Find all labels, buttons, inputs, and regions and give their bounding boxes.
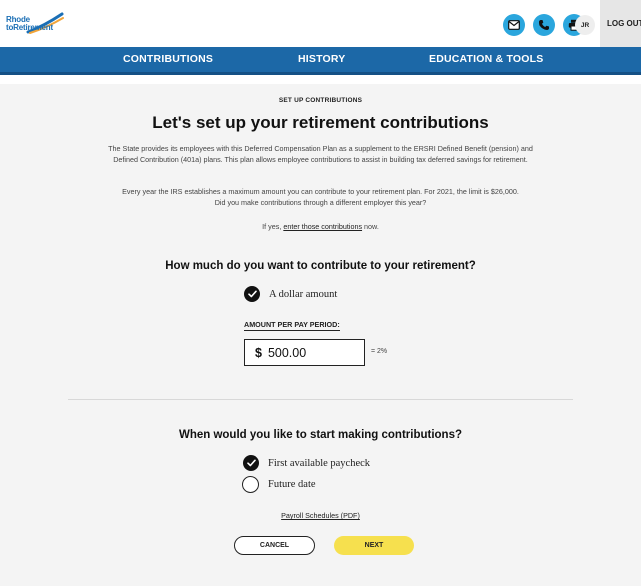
page-eyebrow: SET UP CONTRIBUTIONS (278, 97, 363, 104)
amount-value: 500.00 (267, 345, 307, 360)
currency-symbol: $ (255, 345, 262, 360)
logo-text-to-retirement: toRetirement (6, 23, 53, 32)
user-avatar[interactable]: JR (575, 15, 595, 35)
payroll-schedules-link[interactable]: Payroll Schedules (PDF) (281, 511, 360, 520)
amount-input[interactable]: $ 500.00 (244, 339, 365, 366)
mail-icon[interactable] (503, 14, 525, 36)
logout-button[interactable]: LOG OUT (600, 0, 641, 47)
next-button[interactable]: NEXT (334, 536, 414, 555)
intro-text-line2: Defined Contribution (401a) plans. This … (113, 155, 528, 164)
tab-education-tools[interactable]: EDUCATION & TOOLS (429, 47, 543, 72)
payroll-schedules-wrap: Payroll Schedules (PDF) (0, 510, 641, 521)
if-yes-suffix: now. (362, 222, 379, 231)
section-divider (68, 399, 573, 400)
enter-contributions-link[interactable]: enter those contributions (283, 222, 362, 231)
unchecked-radio-icon[interactable] (242, 475, 259, 493)
dollar-amount-option[interactable]: A dollar amount (244, 286, 337, 302)
irs-limit-text-line2: Did you make contributions through a dif… (214, 198, 427, 207)
start-question: When would you like to start making cont… (178, 429, 463, 441)
first-paycheck-option[interactable]: First available paycheck (243, 455, 370, 471)
phone-icon[interactable] (533, 14, 555, 36)
contribute-question: How much do you want to contribute to yo… (165, 260, 476, 272)
checked-radio-icon[interactable] (243, 455, 259, 471)
top-bar: Rhode toRetirement JR LOG OUT (0, 0, 641, 47)
tab-history[interactable]: HISTORY (298, 47, 346, 72)
cancel-button[interactable]: CANCEL (234, 536, 315, 555)
page-title: Let's set up your retirement contributio… (152, 113, 489, 132)
percent-equivalent: = 2% (371, 348, 388, 355)
main-nav: CONTRIBUTIONS HISTORY EDUCATION & TOOLS (0, 47, 641, 75)
content-panel: SET UP CONTRIBUTIONS Let's set up your r… (0, 84, 641, 586)
amount-per-pay-period-label: AMOUNT PER PAY PERIOD: (244, 320, 340, 331)
future-date-option[interactable]: Future date (242, 475, 316, 493)
checked-radio-icon[interactable] (244, 286, 260, 302)
future-date-label: Future date (268, 478, 316, 490)
dollar-amount-label: A dollar amount (269, 288, 338, 300)
if-yes-text: If yes, enter those contributions now. (0, 221, 641, 232)
tab-contributions[interactable]: CONTRIBUTIONS (123, 47, 213, 72)
if-yes-prefix: If yes, (262, 222, 284, 231)
rhode-to-retirement-logo[interactable]: Rhode toRetirement (6, 12, 66, 38)
first-paycheck-label: First available paycheck (268, 457, 371, 469)
intro-text-line1: The State provides its employees with th… (108, 144, 533, 153)
irs-limit-text-line1: Every year the IRS establishes a maximum… (122, 187, 519, 196)
